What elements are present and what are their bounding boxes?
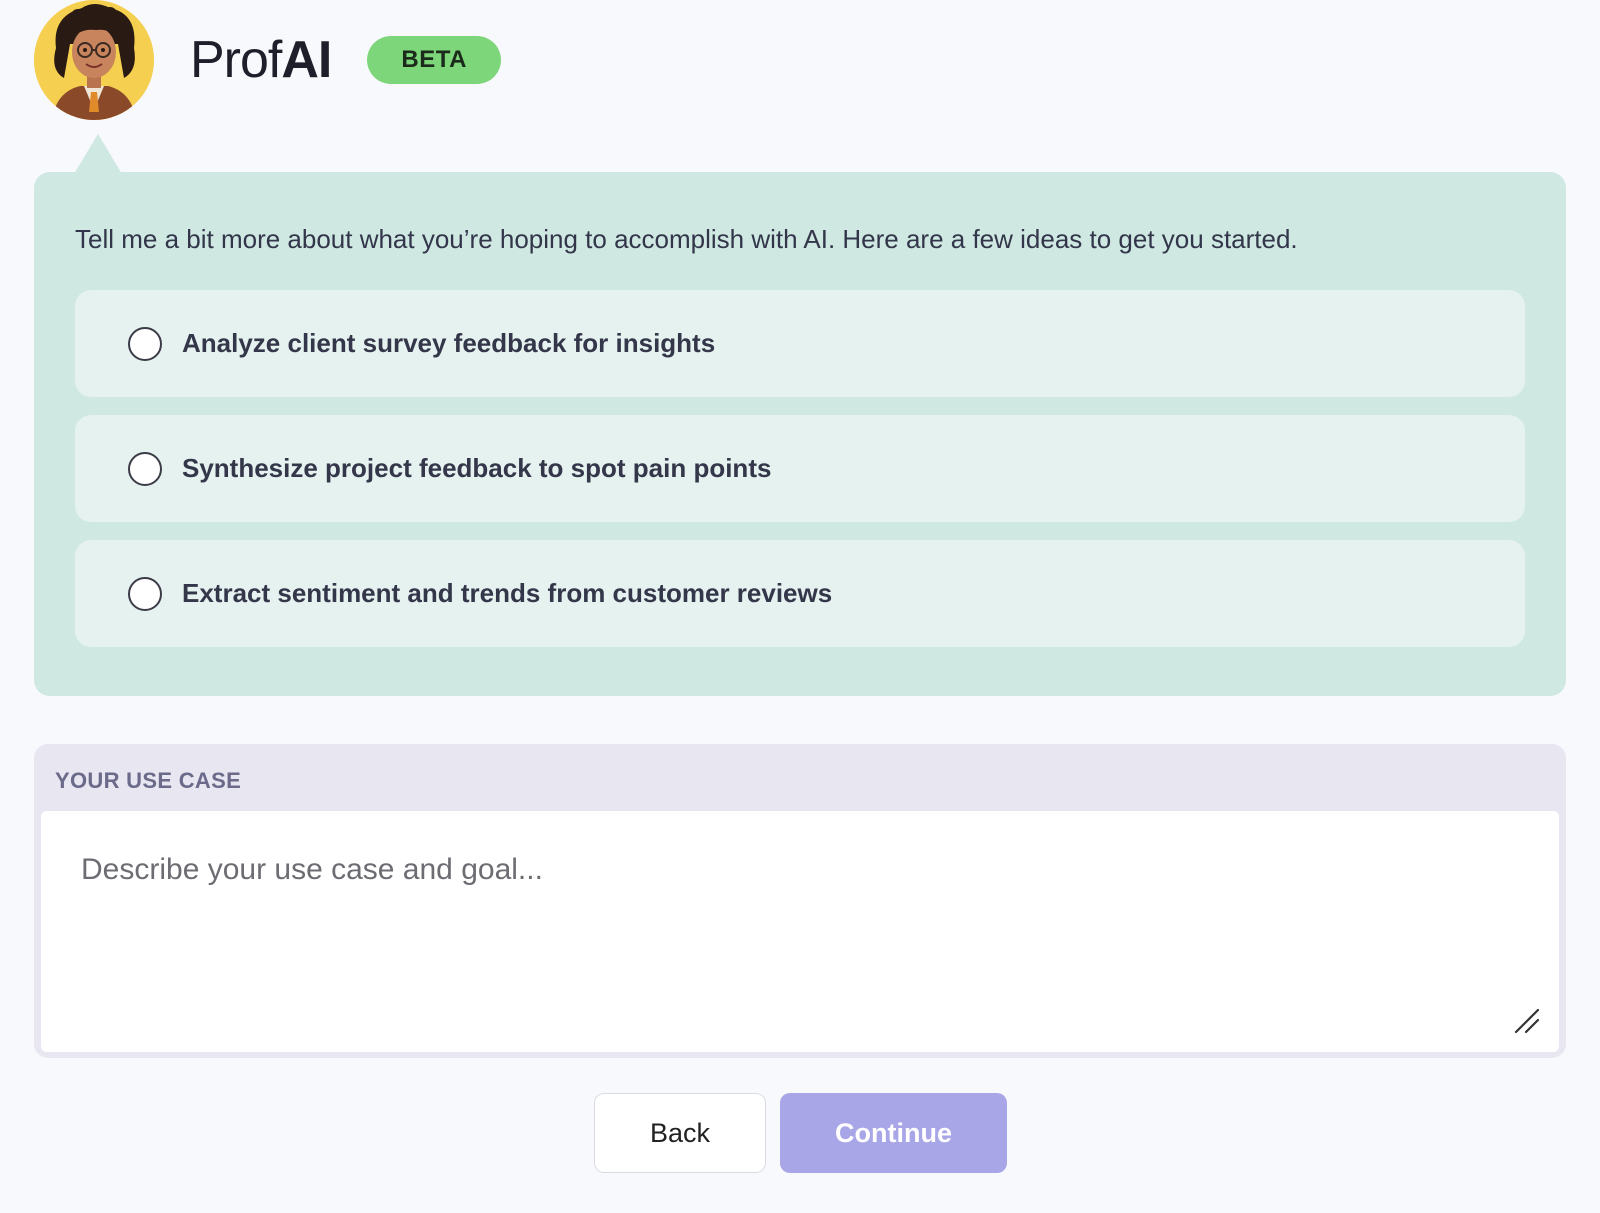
radio-button[interactable]: [128, 576, 162, 611]
header: ProfAI BETA: [34, 0, 501, 120]
brand-logo: ProfAI: [190, 30, 332, 90]
option-synthesize-feedback[interactable]: Synthesize project feedback to spot pain…: [75, 415, 1525, 522]
back-button[interactable]: Back: [594, 1093, 766, 1173]
bubble-tail: [74, 134, 122, 174]
use-case-input[interactable]: [41, 811, 1559, 1052]
use-case-card: YOUR USE CASE: [34, 744, 1566, 1058]
option-label: Analyze client survey feedback for insig…: [182, 328, 716, 358]
professor-avatar-icon: [34, 0, 154, 120]
beta-badge: BETA: [367, 36, 501, 84]
use-case-label: YOUR USE CASE: [55, 768, 242, 793]
brand-suffix: AI: [281, 31, 332, 89]
resize-handle-icon[interactable]: [1512, 1006, 1542, 1036]
bubble-prompt: Tell me a bit more about what you’re hop…: [75, 224, 1298, 254]
suggestion-bubble: Tell me a bit more about what you’re hop…: [34, 172, 1566, 696]
radio-button[interactable]: [128, 326, 162, 361]
brand-prefix: Prof: [190, 31, 282, 89]
option-analyze-survey[interactable]: Analyze client survey feedback for insig…: [75, 290, 1525, 397]
option-label: Synthesize project feedback to spot pain…: [182, 453, 772, 483]
page: ProfAI BETA Tell me a bit more about wha…: [0, 0, 1600, 1213]
radio-button[interactable]: [128, 451, 162, 486]
option-extract-sentiment[interactable]: Extract sentiment and trends from custom…: [75, 540, 1525, 647]
continue-button[interactable]: Continue: [780, 1093, 1007, 1173]
option-label: Extract sentiment and trends from custom…: [182, 578, 833, 608]
